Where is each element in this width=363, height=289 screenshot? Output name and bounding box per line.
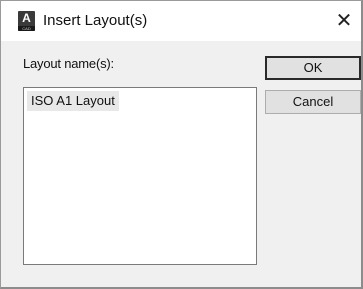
close-icon[interactable]: ✕ (331, 7, 357, 35)
title-bar: A CAD Insert Layout(s) ✕ (1, 1, 361, 41)
ok-button[interactable]: OK (265, 56, 361, 80)
dialog-title: Insert Layout(s) (43, 12, 148, 29)
insert-layouts-dialog: A CAD Insert Layout(s) ✕ Layout name(s):… (0, 0, 363, 289)
layout-names-label: Layout name(s): (23, 56, 114, 71)
layout-names-list[interactable]: ISO A1 Layout (23, 87, 257, 265)
cancel-button[interactable]: Cancel (265, 90, 361, 114)
list-item[interactable]: ISO A1 Layout (27, 91, 119, 111)
app-icon-letter: A (22, 11, 31, 25)
app-icon: A CAD (18, 11, 35, 31)
app-icon-caption: CAD (18, 26, 35, 31)
